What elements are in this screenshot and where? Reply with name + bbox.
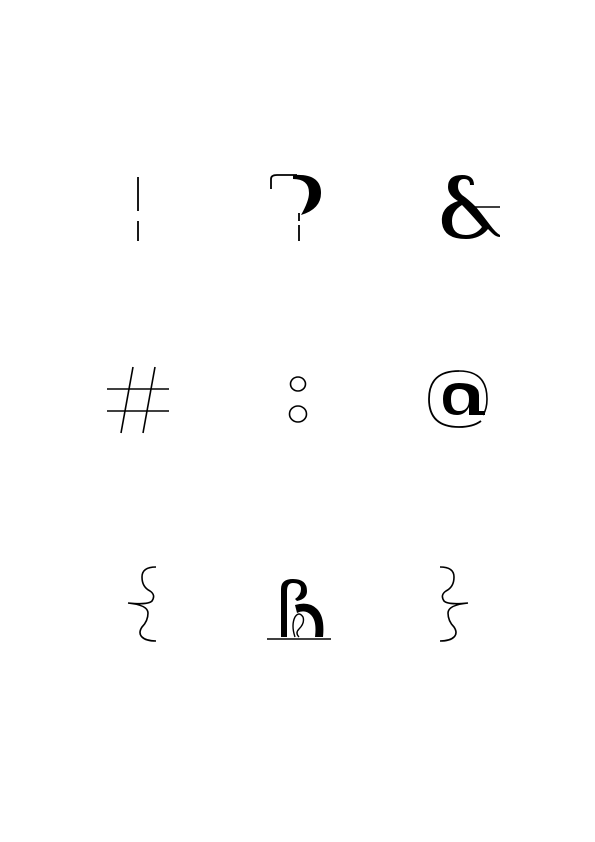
glyph-at-sign bbox=[398, 340, 518, 460]
glyph-exclamation-mark bbox=[78, 134, 198, 254]
exclamation-mark-glyph bbox=[137, 177, 139, 241]
glyph-ornamental-ligature bbox=[240, 543, 360, 663]
specimen-page bbox=[0, 0, 595, 842]
left-curly-brace-glyph bbox=[127, 566, 157, 642]
ampersand-glyph bbox=[441, 175, 500, 239]
ornamental-ligature-glyph bbox=[267, 579, 331, 640]
glyph-left-curly-brace bbox=[82, 543, 202, 663]
at-sign-glyph bbox=[428, 370, 488, 428]
colon-glyph bbox=[288, 376, 308, 423]
glyph-colon bbox=[238, 340, 358, 460]
right-curly-brace-glyph bbox=[439, 566, 469, 642]
glyph-number-sign bbox=[78, 340, 198, 460]
question-mark-glyph bbox=[270, 174, 321, 241]
glyph-ampersand bbox=[398, 134, 518, 254]
glyph-question-mark bbox=[238, 134, 358, 254]
number-sign-glyph bbox=[107, 366, 169, 434]
glyph-right-curly-brace bbox=[394, 543, 514, 663]
